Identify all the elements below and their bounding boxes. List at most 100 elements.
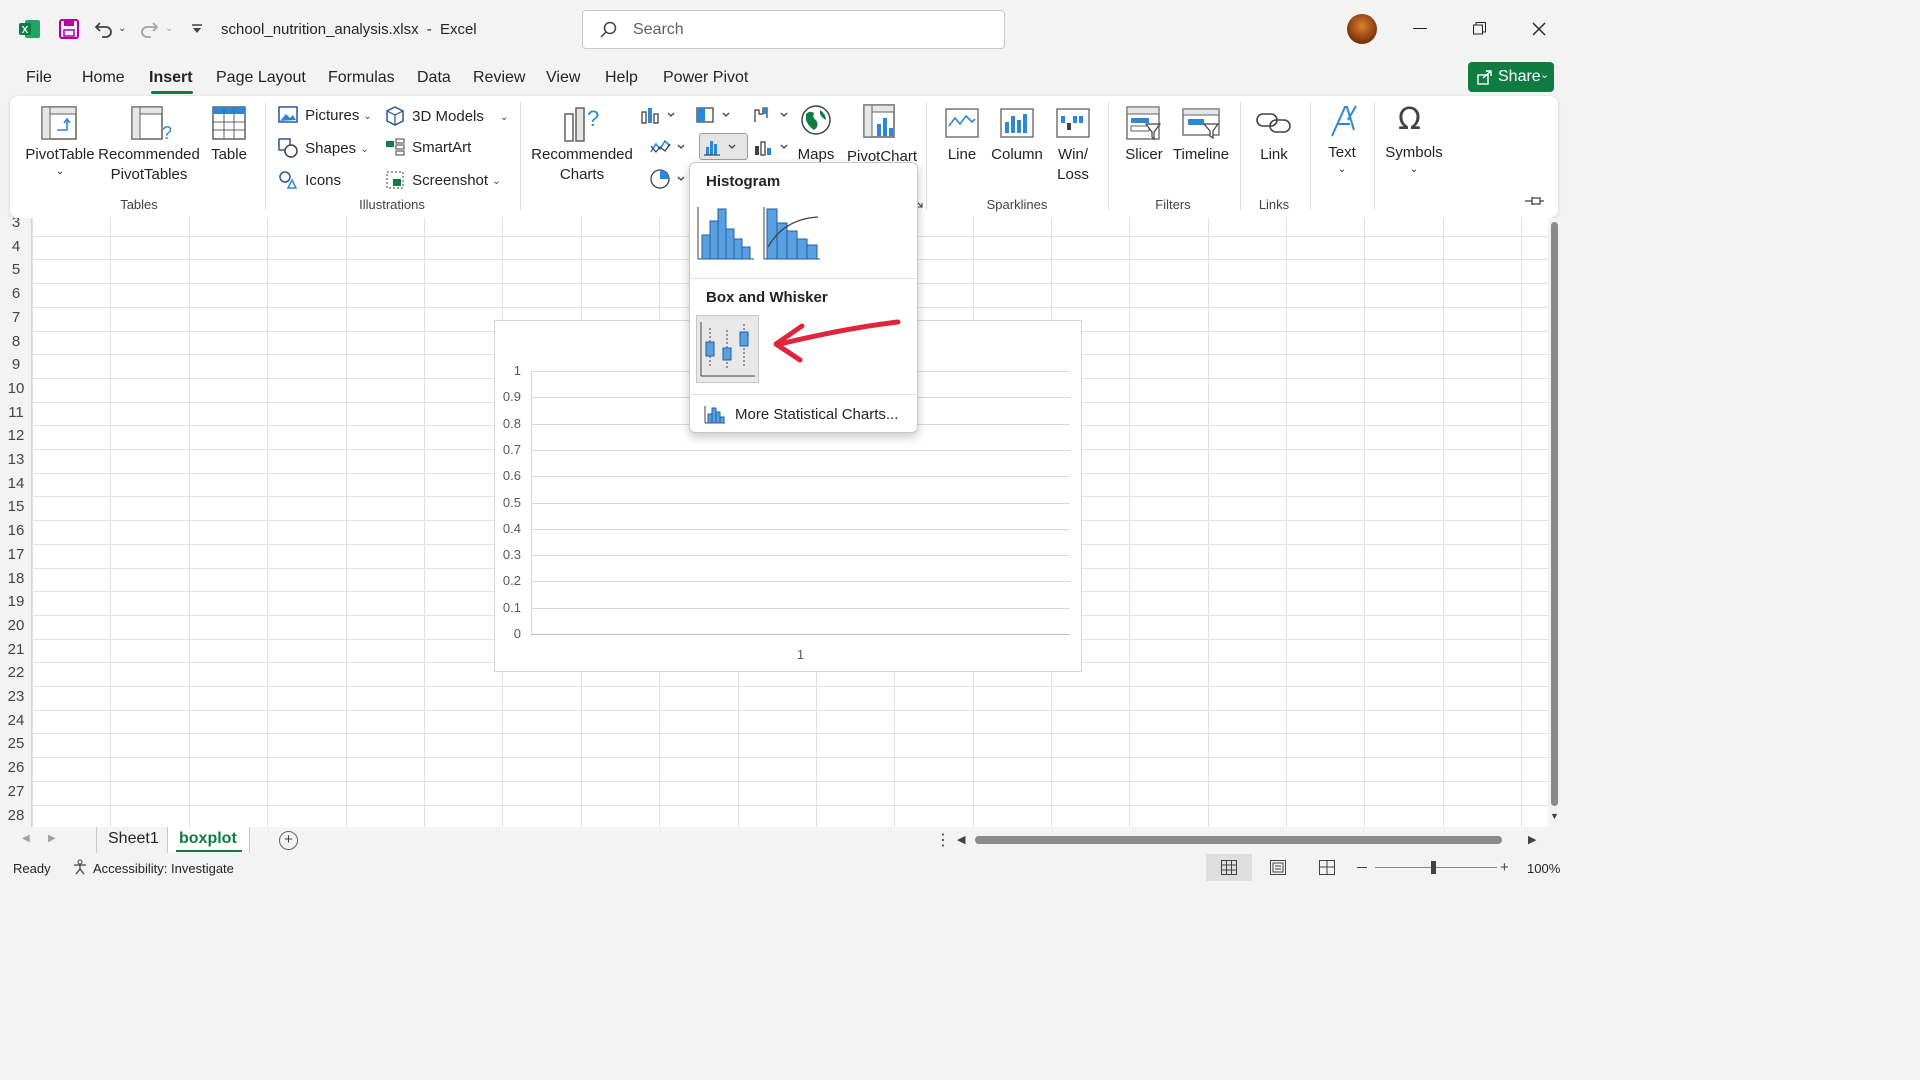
row-header[interactable]: 13 xyxy=(0,451,32,468)
screenshot-button[interactable]: Screenshot ⌄ xyxy=(385,170,501,190)
sparkline-column-button[interactable]: Column xyxy=(988,145,1046,165)
zoom-slider[interactable] xyxy=(1375,861,1497,874)
tab-review[interactable]: Review xyxy=(473,69,525,87)
scroll-right-icon[interactable]: ▶ xyxy=(1528,833,1536,846)
vertical-scrollbar[interactable]: ▼ xyxy=(1548,218,1562,827)
slicer-button[interactable]: Slicer xyxy=(1120,145,1168,165)
row-header[interactable]: 5 xyxy=(0,261,32,278)
sparkline-line-button[interactable]: Line xyxy=(940,145,984,165)
waterfall-chart-button[interactable] xyxy=(753,106,789,124)
row-header[interactable]: 17 xyxy=(0,546,32,563)
row-header[interactable]: 22 xyxy=(0,664,32,681)
row-header[interactable]: 6 xyxy=(0,285,32,302)
link-button[interactable]: Link xyxy=(1254,145,1294,165)
row-header[interactable]: 14 xyxy=(0,475,32,492)
recommended-pivottables-button[interactable]: Recommended PivotTables xyxy=(96,145,202,185)
row-header[interactable]: 11 xyxy=(0,404,32,421)
row-header[interactable]: 15 xyxy=(0,498,32,515)
box-whisker-chart-option[interactable] xyxy=(696,315,759,383)
row-header[interactable]: 4 xyxy=(0,238,32,255)
tab-view[interactable]: View xyxy=(546,69,580,87)
row-header[interactable]: 7 xyxy=(0,309,32,326)
row-header[interactable]: 26 xyxy=(0,759,32,776)
pivottable-button[interactable]: PivotTable ⌄ xyxy=(24,145,96,179)
avatar[interactable] xyxy=(1347,14,1377,44)
scroll-down-icon[interactable]: ▼ xyxy=(1550,811,1559,821)
hierarchy-chart-button[interactable] xyxy=(695,106,731,124)
close-icon[interactable] xyxy=(1532,22,1546,36)
symbols-button[interactable]: Symbols ⌄ xyxy=(1382,143,1446,177)
row-header[interactable]: 3 xyxy=(0,218,32,231)
statistic-chart-button[interactable] xyxy=(699,133,748,160)
row-header[interactable]: 27 xyxy=(0,783,32,800)
tab-power-pivot[interactable]: Power Pivot xyxy=(663,69,748,87)
pie-chart-button[interactable] xyxy=(650,169,686,189)
pin-ribbon-icon[interactable] xyxy=(1524,194,1546,208)
tab-formulas[interactable]: Formulas xyxy=(328,69,395,87)
tab-split-handle-icon[interactable]: ⋮ xyxy=(935,830,951,850)
row-header[interactable]: 10 xyxy=(0,380,32,397)
zoom-out-icon[interactable] xyxy=(1357,867,1367,868)
tab-insert[interactable]: Insert xyxy=(149,69,193,87)
accessibility-status[interactable]: Accessibility: Investigate xyxy=(93,861,234,876)
sheet-tab-sheet1[interactable]: Sheet1 xyxy=(96,827,168,853)
pictures-button[interactable]: Pictures ⌄ xyxy=(278,106,372,124)
normal-view-button[interactable] xyxy=(1206,854,1252,881)
search-box[interactable]: Search xyxy=(582,10,1005,49)
zoom-level[interactable]: 100% xyxy=(1527,861,1560,876)
histogram-chart-option[interactable] xyxy=(696,203,756,263)
share-button[interactable]: Share ⌄ xyxy=(1468,62,1554,92)
tab-home[interactable]: Home xyxy=(82,69,125,87)
zoom-in-icon[interactable]: + xyxy=(1500,859,1509,876)
3d-models-button[interactable]: 3D Models ⌄ xyxy=(385,106,508,126)
undo-icon[interactable] xyxy=(93,19,113,39)
vertical-scroll-thumb[interactable] xyxy=(1551,222,1558,806)
sheet-tab-boxplot[interactable]: boxplot xyxy=(168,827,250,853)
customize-toolbar-icon[interactable] xyxy=(191,23,203,35)
recommended-charts-button[interactable]: Recommended Charts xyxy=(530,145,634,185)
row-header[interactable]: 28 xyxy=(0,807,32,824)
minimize-icon[interactable] xyxy=(1413,28,1427,29)
row-header[interactable]: 25 xyxy=(0,735,32,752)
smartart-button[interactable]: SmartArt xyxy=(385,138,471,156)
more-statistical-charts-item[interactable]: More Statistical Charts... xyxy=(704,404,909,426)
tab-page-layout[interactable]: Page Layout xyxy=(216,69,306,87)
combo-chart-button[interactable] xyxy=(753,138,789,156)
tab-file[interactable]: File xyxy=(26,69,52,87)
save-icon[interactable] xyxy=(58,18,80,40)
undo-dropdown-icon[interactable]: ⌄ xyxy=(118,23,126,34)
page-break-view-icon[interactable] xyxy=(1319,860,1335,875)
row-header[interactable]: 24 xyxy=(0,712,32,729)
zoom-slider-thumb[interactable] xyxy=(1431,861,1436,874)
restore-icon[interactable] xyxy=(1473,22,1486,35)
row-header[interactable]: 18 xyxy=(0,570,32,587)
y-tick-label: 0.5 xyxy=(502,494,521,510)
add-sheet-icon[interactable]: + xyxy=(279,831,298,850)
row-header[interactable]: 23 xyxy=(0,688,32,705)
row-header[interactable]: 16 xyxy=(0,522,32,539)
text-button[interactable]: Text ⌄ xyxy=(1322,143,1362,177)
redo-icon[interactable] xyxy=(140,19,160,39)
prev-sheet-icon[interactable]: ◀ xyxy=(22,833,30,844)
pareto-chart-option[interactable] xyxy=(762,203,822,263)
horizontal-scroll-thumb[interactable] xyxy=(975,836,1502,844)
row-header[interactable]: 19 xyxy=(0,593,32,610)
scroll-left-icon[interactable]: ◀ xyxy=(957,833,965,846)
icons-button[interactable]: Icons xyxy=(278,170,341,190)
shapes-button[interactable]: Shapes ⌄ xyxy=(278,138,369,158)
sparkline-winloss-button[interactable]: Win/ Loss xyxy=(1050,145,1096,185)
row-header[interactable]: 21 xyxy=(0,641,32,658)
redo-dropdown-icon[interactable]: ⌄ xyxy=(165,23,173,34)
row-header[interactable]: 12 xyxy=(0,427,32,444)
timeline-button[interactable]: Timeline xyxy=(1170,145,1232,165)
row-header[interactable]: 8 xyxy=(0,333,32,350)
table-button[interactable]: Table xyxy=(204,145,254,165)
page-layout-view-icon[interactable] xyxy=(1270,860,1286,875)
column-chart-button[interactable] xyxy=(640,106,676,124)
tab-data[interactable]: Data xyxy=(417,69,451,87)
row-header[interactable]: 9 xyxy=(0,356,32,373)
row-header[interactable]: 20 xyxy=(0,617,32,634)
tab-help[interactable]: Help xyxy=(605,69,638,87)
line-chart-button[interactable] xyxy=(650,138,686,156)
next-sheet-icon[interactable]: ▶ xyxy=(48,833,56,844)
